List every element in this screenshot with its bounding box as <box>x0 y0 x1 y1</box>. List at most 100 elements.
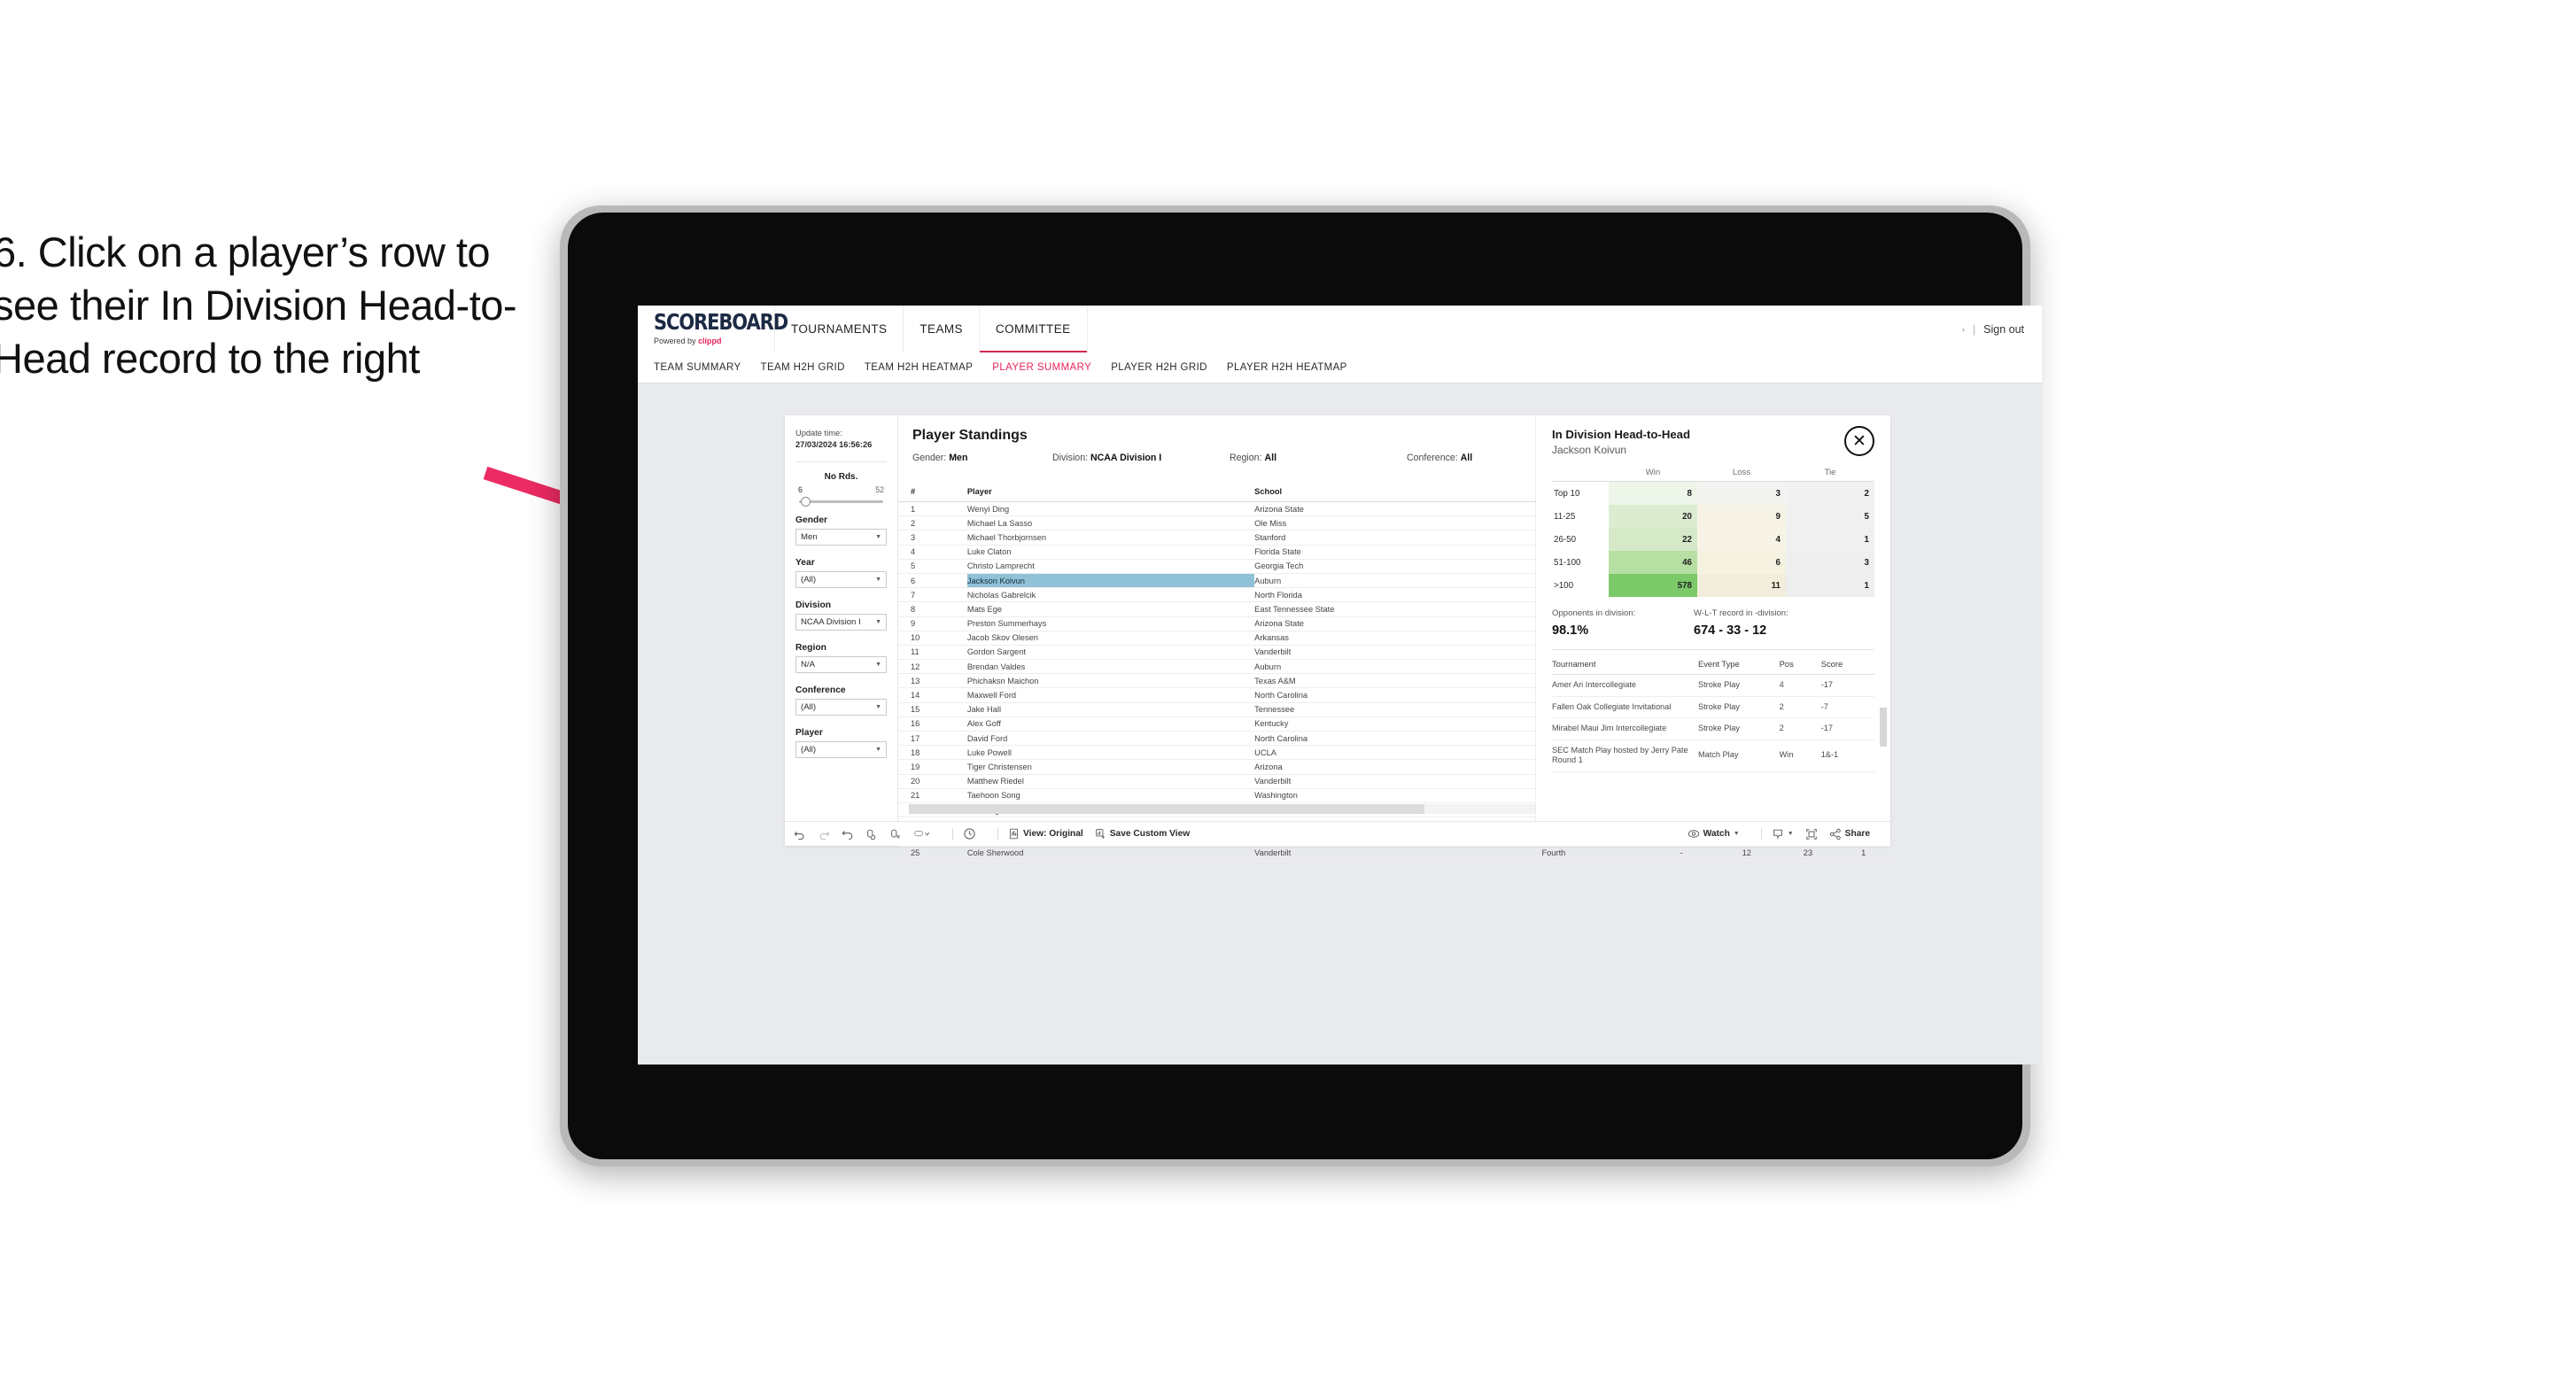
filter-division-value: NCAA Division I <box>801 617 861 628</box>
tour-head: Tournament Event Type Pos Score <box>1552 655 1874 675</box>
rail-divider <box>795 461 887 463</box>
sign-out-link[interactable]: Sign out <box>1983 323 2024 336</box>
tournament-pos: 2 <box>1779 696 1821 718</box>
tournament-row[interactable]: Mirabel Maui Jim Intercollegiate Stroke P… <box>1552 717 1874 740</box>
refresh-data-icon[interactable] <box>865 828 878 840</box>
save-custom-view-button[interactable]: Save Custom View <box>1095 828 1190 840</box>
cell-rank: 9 <box>898 616 967 631</box>
h2h-bucket-label: 51-100 <box>1554 557 1581 568</box>
filter-player-select[interactable]: (All) ▼ <box>795 741 887 759</box>
tournament-row[interactable]: SEC Match Play hosted by Jerry Pate Roun… <box>1552 739 1874 772</box>
meta-division-value: NCAA Division I <box>1090 453 1162 463</box>
tournament-row[interactable]: Amer Ari Intercollegiate Stroke Play 4 -17 <box>1552 674 1874 697</box>
no-rds-slider-knob[interactable] <box>801 497 811 507</box>
filter-gender-select[interactable]: Men ▼ <box>795 529 887 546</box>
h2h-head-row: Win Loss Tie <box>1552 467 1874 482</box>
h2h-loss-cell: 9 <box>1697 505 1786 528</box>
tab-team-summary[interactable]: TEAM SUMMARY <box>654 362 741 373</box>
filter-conference: Conference (All) ▼ <box>795 685 887 716</box>
meta-gender-label: Gender: <box>912 453 950 463</box>
dashboard-icon[interactable] <box>913 828 931 840</box>
download-icon[interactable]: ▼ <box>1772 828 1794 840</box>
fullscreen-icon[interactable] <box>1805 828 1818 840</box>
update-time-label: Update time: <box>795 429 842 437</box>
nav-committee[interactable]: COMMITTEE <box>979 306 1088 353</box>
meta-conference-label: Conference: <box>1407 453 1461 463</box>
tab-player-summary[interactable]: PLAYER SUMMARY <box>992 362 1091 373</box>
cell-school: Arkansas <box>1254 631 1542 646</box>
filter-gender-label: Gender <box>795 515 828 526</box>
close-icon[interactable]: ✕ <box>1844 426 1874 456</box>
standings-hscrollbar-thumb[interactable] <box>909 804 1424 814</box>
cell-yr: Fourth <box>1541 846 1649 861</box>
tour-col-tournament[interactable]: Tournament <box>1552 655 1698 675</box>
instruction-caption: 6. Click on a player’s row to see their … <box>0 228 517 383</box>
filter-region: Region N/A ▼ <box>795 643 887 674</box>
h2h-title-block: In Division Head-to-Head Jackson Koivun <box>1552 428 1690 456</box>
clock-icon[interactable] <box>963 827 976 840</box>
filter-region-select[interactable]: N/A ▼ <box>795 656 887 674</box>
account-caret-icon[interactable]: › <box>1962 325 1965 334</box>
h2h-tie-cell: 2 <box>1786 481 1874 505</box>
col-rank[interactable]: # <box>898 484 967 502</box>
no-rds-slider[interactable] <box>799 497 883 507</box>
cell-school: Ole Miss <box>1254 515 1542 531</box>
cell-rank: 12 <box>898 659 967 675</box>
h2h-loss-cell: 11 <box>1697 574 1786 597</box>
redo-icon[interactable] <box>818 828 830 840</box>
tab-team-h2h-grid[interactable]: TEAM H2H GRID <box>761 362 845 373</box>
cell-player: Jacob Skov Olesen <box>966 631 1255 646</box>
filter-year-select[interactable]: (All) ▼ <box>795 571 887 589</box>
filter-division: Division NCAA Division I ▼ <box>795 600 887 631</box>
cell-school: Washington <box>1254 788 1542 803</box>
logo-subtitle: Powered by clippd <box>654 337 774 345</box>
tab-team-h2h-heatmap[interactable]: TEAM H2H HEATMAP <box>865 362 973 373</box>
table-row[interactable]: 25 Cole Sherwood Vanderbilt Fourth -12 23 1 <box>898 846 1890 861</box>
revert-icon[interactable] <box>842 828 854 840</box>
h2h-row: >100 578 11 1 <box>1552 574 1874 597</box>
tour-col-score[interactable]: Score <box>1820 655 1874 675</box>
chevron-down-icon: ▼ <box>1787 831 1794 837</box>
nav-tournaments[interactable]: TOURNAMENTS <box>775 306 904 352</box>
no-rds-range: 6 52 <box>795 485 887 494</box>
tournament-score: -17 <box>1820 674 1874 697</box>
h2h-bucket-label: 11-25 <box>1554 511 1576 522</box>
tour-col-pos[interactable]: Pos <box>1779 655 1821 675</box>
cell-rank: 21 <box>898 788 967 803</box>
app-logo[interactable]: SCOREBOARD Powered by clippd <box>638 306 788 352</box>
cell-rank: 10 <box>898 631 967 646</box>
cell-school: Arizona <box>1254 759 1542 775</box>
meta-division: Division: NCAA Division I <box>1052 453 1230 463</box>
tournament-row[interactable]: Fallen Oak Collegiate Invitational Stroke… <box>1552 696 1874 718</box>
tour-col-event-type[interactable]: Event Type <box>1697 655 1780 675</box>
cell-player: Wenyi Ding <box>966 501 1255 517</box>
tab-player-h2h-grid[interactable]: PLAYER H2H GRID <box>1111 362 1207 373</box>
col-school[interactable]: School <box>1254 484 1542 502</box>
filter-region-label: Region <box>795 643 826 654</box>
col-player[interactable]: Player <box>966 484 1255 502</box>
view-original-button[interactable]: View: Original <box>1008 828 1083 840</box>
undo-icon[interactable] <box>794 828 806 840</box>
nav-teams[interactable]: TEAMS <box>904 306 980 352</box>
cell-player: David Ford <box>966 731 1255 747</box>
meta-division-label: Division: <box>1052 453 1090 463</box>
account-area: › | Sign out <box>1962 306 2042 352</box>
chevron-down-icon: ▼ <box>875 619 881 626</box>
cell-conf-rank: 12 <box>1714 846 1780 861</box>
cell-school: North Carolina <box>1254 731 1542 747</box>
viz-toolbar: View: Original Save Custom View Watch ▼ ▼… <box>785 821 1890 846</box>
chevron-down-icon: ▼ <box>875 534 881 541</box>
tour-body: Amer Ari Intercollegiate Stroke Play 4 -17 F… <box>1552 674 1874 772</box>
filter-conference-select[interactable]: (All) ▼ <box>795 699 887 716</box>
tab-player-h2h-heatmap[interactable]: PLAYER H2H HEATMAP <box>1227 362 1347 373</box>
share-button[interactable]: Share <box>1829 828 1870 840</box>
watch-button[interactable]: Watch ▼ <box>1688 829 1740 839</box>
cell-school: Vanderbilt <box>1254 846 1542 861</box>
meta-region-value: All <box>1264 453 1277 463</box>
tournament-scrollbar-thumb[interactable] <box>1880 708 1887 747</box>
h2h-row: 26-50 22 4 1 <box>1552 528 1874 551</box>
filter-division-select[interactable]: NCAA Division I ▼ <box>795 614 887 631</box>
cell-rank: 8 <box>898 601 967 617</box>
filter-year-label: Year <box>795 558 815 569</box>
pause-auto-update-icon[interactable] <box>889 828 902 840</box>
